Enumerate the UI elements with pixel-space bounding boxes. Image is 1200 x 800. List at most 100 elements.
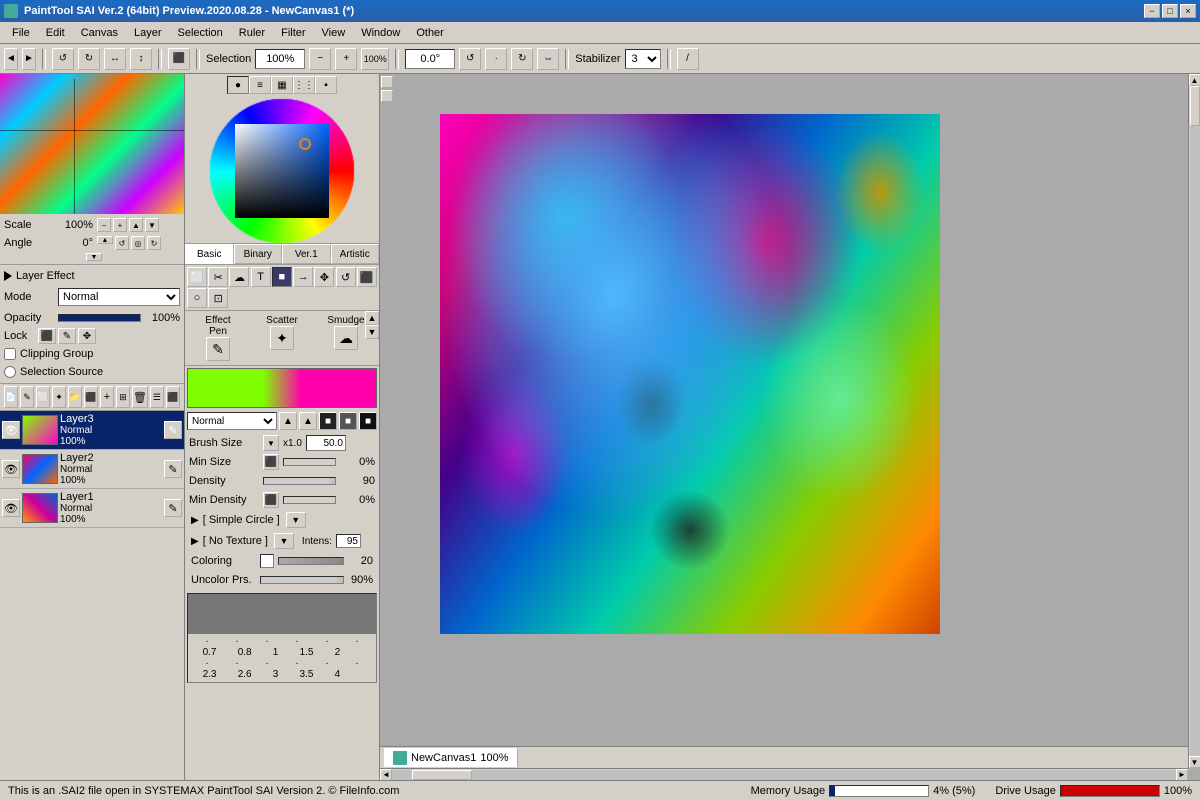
menu-view[interactable]: View xyxy=(314,25,354,41)
no-texture-header[interactable]: ▶ [ No Texture ] ▼ Intens: 95 xyxy=(189,531,375,551)
add-layer-button[interactable]: + xyxy=(100,386,114,408)
zoom-plus-button[interactable]: + xyxy=(335,48,357,70)
smudge-icon[interactable]: ☁ xyxy=(334,326,358,350)
canvas-tab[interactable]: NewCanvas1 100% xyxy=(384,748,518,767)
zoom-minus-button[interactable]: − xyxy=(309,48,331,70)
layer-effect-header[interactable]: Layer Effect xyxy=(4,267,180,285)
canvas-scroll-vertical[interactable]: ▲ ▼ xyxy=(1188,74,1200,768)
layer-mask-button[interactable]: ⬜ xyxy=(36,386,50,408)
brush-tool-transform[interactable]: ↺ xyxy=(336,267,356,287)
minimize-button[interactable]: − xyxy=(1144,4,1160,18)
scale-minus-button[interactable]: − xyxy=(97,218,111,232)
menu-window[interactable]: Window xyxy=(353,25,408,41)
scroll-left-button[interactable]: ◄ xyxy=(380,769,392,781)
effect-panel-scroll-up[interactable]: ▲ xyxy=(365,311,379,325)
lock-alpha-button[interactable]: ⬛ xyxy=(38,328,56,344)
color-preview-bar[interactable] xyxy=(187,368,377,408)
coloring-checkbox[interactable] xyxy=(260,554,274,568)
delete-layer-button[interactable]: 🗑 xyxy=(132,386,148,408)
density-slider[interactable] xyxy=(263,477,336,485)
tip-triangle-1[interactable]: ▲ xyxy=(279,412,297,430)
effect-pen-icon[interactable]: ✎ xyxy=(206,337,230,361)
brush-tool-fill[interactable]: ■ xyxy=(272,267,292,287)
canvas-nav-up[interactable] xyxy=(381,76,393,88)
menu-file[interactable]: File xyxy=(4,25,38,41)
no-texture-dropdown-button[interactable]: ▼ xyxy=(274,533,294,549)
color-tab-sliders[interactable]: ≡ xyxy=(249,76,271,94)
zoom-100-button[interactable]: 100% xyxy=(361,48,389,70)
brush-tool-text[interactable]: T xyxy=(251,267,271,287)
angle-input[interactable]: 0.0° xyxy=(405,49,455,69)
effect-panel-scroll-down[interactable]: ▼ xyxy=(365,325,379,339)
rotate-cw-button[interactable]: ↻ xyxy=(78,48,100,70)
angle-up-button[interactable]: ▲ xyxy=(97,236,113,244)
layer-visibility-toggle[interactable]: 👁 xyxy=(2,499,20,517)
color-tab-swatches[interactable]: ⋮⋮ xyxy=(293,76,315,94)
layer-move-button[interactable]: ⬛ xyxy=(166,386,180,408)
canvas-nav-down[interactable] xyxy=(381,90,393,102)
layer-visibility-toggle[interactable]: 👁 xyxy=(2,460,20,478)
stabilizer-select[interactable]: 31245 xyxy=(625,49,661,69)
layer-edit-button[interactable]: ✎ xyxy=(164,460,182,478)
menu-filter[interactable]: Filter xyxy=(273,25,313,41)
tip-triangle-2[interactable]: ▲ xyxy=(299,412,317,430)
clipping-group-checkbox[interactable] xyxy=(4,348,16,360)
color-tab-history[interactable]: ▪ xyxy=(315,76,337,94)
brush-tool-select2[interactable]: ⊡ xyxy=(208,288,228,308)
ruler-tool-button[interactable]: / xyxy=(677,48,699,70)
duplicate-layer-button[interactable]: ⊞ xyxy=(116,386,130,408)
scale-down-button[interactable]: ▼ xyxy=(145,218,159,232)
color-wheel-container[interactable] xyxy=(207,96,357,246)
new-layer-folder-button[interactable]: 📁 xyxy=(68,386,82,408)
color-tab-wheel[interactable]: ● xyxy=(227,76,249,94)
brush-tool-magnify[interactable]: ○ xyxy=(187,288,207,308)
normal-mode-select[interactable]: Normal Multiply Screen xyxy=(187,412,277,430)
brush-tool-move[interactable]: ✥ xyxy=(314,267,334,287)
tip-square-dark[interactable]: ■ xyxy=(319,412,337,430)
flip-v-button[interactable]: ↕ xyxy=(130,48,152,70)
canvas-view-button[interactable]: ⬛ xyxy=(168,48,190,70)
menu-ruler[interactable]: Ruler xyxy=(231,25,273,41)
scatter-icon[interactable]: ✦ xyxy=(270,326,294,350)
brush-size-dropdown-button[interactable]: ▼ xyxy=(263,435,279,451)
brush-tool-eyedropper[interactable]: ⬛ xyxy=(357,267,377,287)
maximize-button[interactable]: □ xyxy=(1162,4,1178,18)
layer-settings-button[interactable]: ⬛ xyxy=(84,386,98,408)
layer-edit-button[interactable]: ✎ xyxy=(164,499,182,517)
artwork-container[interactable] xyxy=(440,114,940,634)
min-size-slider[interactable] xyxy=(283,458,336,466)
brush-tab-basic[interactable]: Basic xyxy=(185,244,234,264)
color-tab-grid[interactable]: ▦ xyxy=(271,76,293,94)
brush-size-input[interactable]: 50.0 xyxy=(306,435,346,451)
layer-item[interactable]: 👁 Layer1 Normal 100% ✎ xyxy=(0,489,184,528)
brush-tab-artistic[interactable]: Artistic xyxy=(331,244,380,264)
lock-move-button[interactable]: ✥ xyxy=(78,328,96,344)
simple-circle-dropdown-button[interactable]: ▼ xyxy=(286,512,306,528)
selection-mask-button[interactable]: ✦ xyxy=(52,386,66,408)
angle-down-button[interactable]: ▼ xyxy=(86,253,102,261)
scatter-item[interactable]: Scatter ✦ xyxy=(251,313,313,363)
coloring-slider[interactable] xyxy=(278,557,344,565)
menu-edit[interactable]: Edit xyxy=(38,25,73,41)
menu-other[interactable]: Other xyxy=(408,25,452,41)
menu-selection[interactable]: Selection xyxy=(170,25,231,41)
min-density-slider[interactable] xyxy=(283,496,336,504)
scroll-up-button[interactable]: ▲ xyxy=(1189,74,1200,86)
brush-tool-gradient[interactable]: → xyxy=(293,267,313,287)
scale-plus-button[interactable]: + xyxy=(113,218,127,232)
angle-cw-small-button[interactable]: ↻ xyxy=(147,236,161,250)
menu-canvas[interactable]: Canvas xyxy=(73,25,126,41)
uncolor-prs-slider[interactable] xyxy=(260,576,344,584)
simple-circle-header[interactable]: ▶ [ Simple Circle ] ▼ xyxy=(189,510,375,530)
effect-pen-item[interactable]: Effect Pen ✎ xyxy=(187,313,249,363)
angle-ccw-small-button[interactable]: ↺ xyxy=(115,236,129,250)
scroll-v-thumb[interactable] xyxy=(1190,86,1200,126)
layer-visibility-toggle[interactable]: 👁 xyxy=(2,421,20,439)
nav-back-button[interactable]: ◄ xyxy=(4,48,18,70)
pressure-curve-area[interactable]: · · · · · · 0.7 0.8 1 1.5 2 · · xyxy=(187,593,377,683)
brush-tab-ver1[interactable]: Ver.1 xyxy=(282,244,331,264)
scroll-v-track[interactable] xyxy=(1190,86,1200,756)
layer-edit-button[interactable]: ✎ xyxy=(164,421,182,439)
new-raster-layer-button[interactable]: 📄 xyxy=(4,386,18,408)
close-button[interactable]: × xyxy=(1180,4,1196,18)
